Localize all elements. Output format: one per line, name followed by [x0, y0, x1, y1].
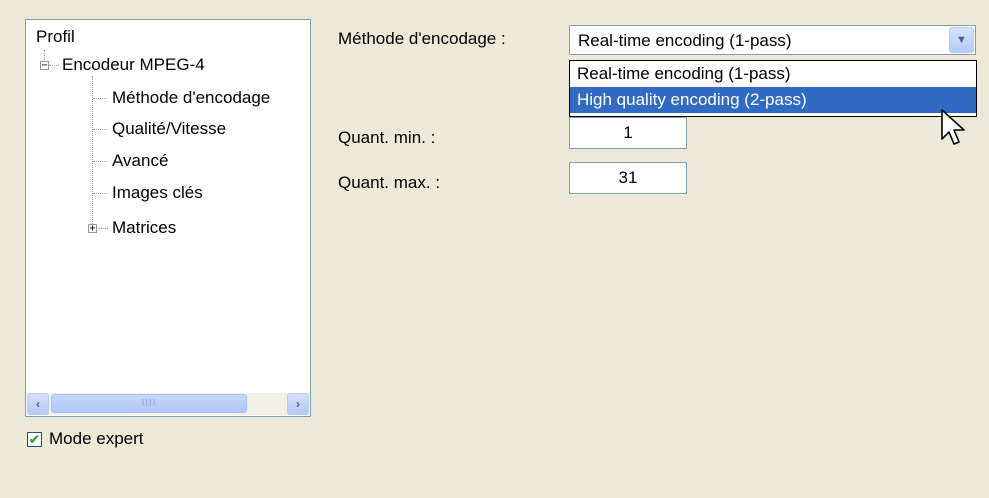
quant-max-field[interactable]: 31 [569, 162, 687, 194]
expert-mode-row[interactable]: ✔ Mode expert [27, 429, 144, 449]
tree-item-matrices[interactable]: Matrices [112, 217, 176, 239]
encoding-method-select[interactable]: Real-time encoding (1-pass) ▼ [569, 25, 976, 55]
expand-icon[interactable]: + [88, 224, 97, 234]
tree-item-avance[interactable]: Avancé [112, 150, 168, 172]
mouse-cursor-icon [941, 109, 965, 145]
settings-tree[interactable]: Profil − Encodeur MPEG-4 Méthode d'encod… [25, 19, 311, 417]
tree-item-encodeur[interactable]: Encodeur MPEG-4 [62, 54, 205, 76]
quant-max-label: Quant. max. : [338, 173, 441, 192]
quant-min-label: Quant. min. : [338, 128, 436, 147]
tree-line [98, 228, 108, 229]
tree-line [93, 161, 107, 162]
encoding-method-dropdown[interactable]: Real-time encoding (1-pass) High quality… [569, 60, 977, 117]
expert-mode-checkbox[interactable]: ✔ [27, 430, 42, 447]
scroll-grip-icon: IIII [141, 398, 157, 409]
scroll-thumb[interactable]: IIII [51, 394, 247, 413]
expert-mode-label[interactable]: Mode expert [49, 429, 144, 449]
collapse-icon[interactable]: − [40, 61, 49, 71]
tree-line [93, 98, 107, 99]
scroll-right-icon[interactable]: › [287, 393, 309, 415]
tree-line [93, 193, 107, 194]
option-realtime[interactable]: Real-time encoding (1-pass) [570, 61, 976, 87]
tree-line [49, 65, 59, 66]
option-high-quality[interactable]: High quality encoding (2-pass) [570, 87, 976, 113]
checkmark-icon: ✔ [28, 430, 41, 447]
scroll-left-icon[interactable]: ‹ [27, 393, 49, 415]
encoding-method-value: Real-time encoding (1-pass) [578, 31, 792, 50]
chevron-down-icon[interactable]: ▼ [949, 27, 974, 53]
tree-item-methode[interactable]: Méthode d'encodage [112, 87, 270, 109]
encoding-method-label: Méthode d'encodage : [338, 29, 506, 48]
tree-item-qualite[interactable]: Qualité/Vitesse [112, 118, 226, 140]
horizontal-scrollbar[interactable]: ‹ IIII › [27, 392, 309, 415]
tree-item-profil[interactable]: Profil [36, 26, 75, 48]
quant-min-field[interactable]: 1 [569, 117, 687, 149]
tree-line [93, 129, 107, 130]
scroll-track[interactable]: IIII [49, 393, 287, 415]
tree-item-images-cles[interactable]: Images clés [112, 182, 203, 204]
